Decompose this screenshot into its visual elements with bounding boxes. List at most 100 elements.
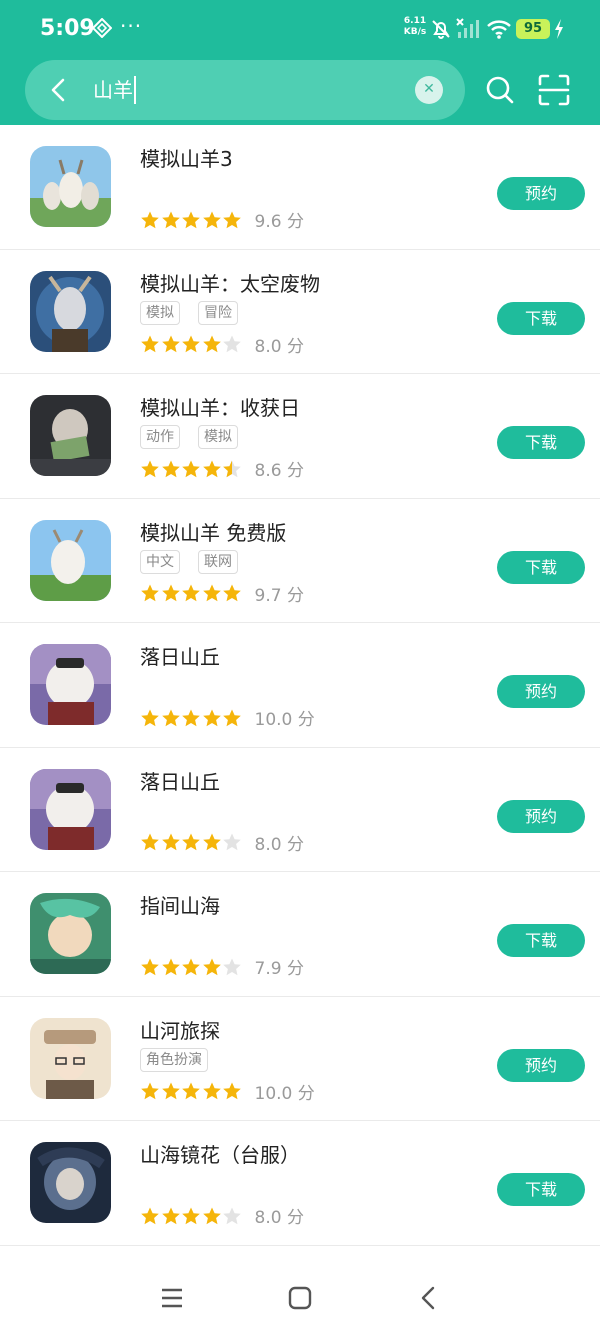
star-filled-icon xyxy=(202,460,221,477)
star-filled-icon xyxy=(141,833,159,851)
detective-icon[interactable] xyxy=(30,1017,111,1099)
star-filled-icon xyxy=(182,584,200,602)
reserve-button[interactable]: 预约 xyxy=(497,1048,585,1082)
app-name[interactable]: 模拟山羊3 xyxy=(140,143,233,172)
star-filled-icon xyxy=(161,709,180,726)
tag: 模拟 xyxy=(198,425,238,449)
star-filled-icon xyxy=(161,1082,180,1100)
star-filled-icon xyxy=(202,1082,221,1100)
download-button[interactable]: 下载 xyxy=(497,1173,585,1206)
goat-sim-3-icon[interactable] xyxy=(30,146,111,227)
search-bar[interactable]: 山羊 ✕ xyxy=(25,60,465,120)
star-filled-icon xyxy=(202,709,221,726)
scan-icon[interactable] xyxy=(536,72,572,108)
star-filled-icon xyxy=(161,335,180,353)
result-item[interactable]: 模拟山羊：收获日 动作 模拟 8.6 分 下载 xyxy=(0,374,600,499)
rating: 7.9 分 xyxy=(140,954,304,979)
result-item[interactable]: 山河旅探 角色扮演 10.0 分 预约 xyxy=(0,997,600,1121)
star-filled-icon xyxy=(161,1207,180,1224)
sunset-hills-icon[interactable] xyxy=(30,768,111,850)
result-item[interactable]: 落日山丘 8.0 分 预约 xyxy=(0,748,600,872)
star-filled-icon xyxy=(202,211,221,228)
star-filled-icon xyxy=(182,709,200,726)
app-name[interactable]: 模拟山羊 免费版 xyxy=(140,517,286,546)
mute-bell-icon xyxy=(432,20,450,39)
status-bar: 5:09 ··· 6.11 KB/s 95 xyxy=(0,0,600,60)
star-filled-icon xyxy=(141,460,159,477)
rating: 8.0 分 xyxy=(140,332,304,357)
battery-level: 95 xyxy=(516,19,550,39)
app-name[interactable]: 落日山丘 xyxy=(140,641,220,670)
result-item[interactable]: 落日山丘 10.0 分 预约 xyxy=(0,623,600,748)
rating: 9.7 分 xyxy=(140,581,304,606)
app-name[interactable]: 山海镜花（台服） xyxy=(140,1139,300,1168)
result-item[interactable]: 模拟山羊：太空废物模拟 冒险 8.0 分 下载 xyxy=(0,250,600,374)
star-filled-icon xyxy=(182,833,200,851)
score: 8.0 分 xyxy=(254,834,304,855)
goat-payday-icon[interactable] xyxy=(30,395,111,476)
star-filled-icon xyxy=(223,211,241,228)
mirror-flower-icon[interactable] xyxy=(30,1142,111,1223)
score: 8.0 分 xyxy=(254,1208,304,1228)
star-filled-icon xyxy=(182,1082,200,1100)
star-filled-icon xyxy=(202,584,221,602)
star-filled-icon xyxy=(161,833,180,851)
tag-list: 中文 联网 xyxy=(140,549,238,574)
score: 8.6 分 xyxy=(254,461,304,481)
tag-list: 模拟 冒险 xyxy=(140,300,238,325)
download-button[interactable]: 下载 xyxy=(497,924,585,957)
rating: 8.0 分 xyxy=(140,830,304,855)
star-filled-icon xyxy=(202,958,221,975)
app-name[interactable]: 模拟山羊：太空废物 xyxy=(140,268,320,297)
star-filled-icon xyxy=(141,1207,159,1224)
app-notification-icon xyxy=(92,18,112,38)
home-icon[interactable] xyxy=(288,1286,312,1310)
score: 7.9 分 xyxy=(254,959,304,979)
app-name[interactable]: 指间山海 xyxy=(140,890,220,919)
download-button[interactable]: 下载 xyxy=(497,550,585,584)
star-filled-icon xyxy=(161,958,180,975)
reserve-button[interactable]: 预约 xyxy=(497,675,585,708)
back-icon[interactable] xyxy=(45,76,73,104)
reserve-button[interactable]: 预约 xyxy=(497,177,585,210)
app-name[interactable]: 山河旅探 xyxy=(140,1015,220,1044)
star-filled-icon xyxy=(223,709,241,726)
search-input[interactable]: 山羊 xyxy=(93,76,136,104)
star-filled-icon xyxy=(141,709,159,726)
more-notifications-icon: ··· xyxy=(120,14,143,38)
nav-back-icon[interactable] xyxy=(418,1286,438,1310)
star-filled-icon xyxy=(141,958,159,975)
star-empty-icon xyxy=(223,958,241,975)
result-item[interactable]: 指间山海 7.9 分 下载 xyxy=(0,872,600,997)
tag-list: 角色扮演 xyxy=(140,1047,208,1072)
download-button[interactable]: 下载 xyxy=(497,426,585,459)
score: 8.0 分 xyxy=(254,336,304,357)
half-star-icon xyxy=(223,460,241,477)
goat-space-icon[interactable] xyxy=(30,270,111,352)
score: 10.0 分 xyxy=(254,710,315,730)
result-item[interactable]: 模拟山羊 免费版中文 联网 9.7 分 下载 xyxy=(0,499,600,623)
star-filled-icon xyxy=(202,833,221,851)
download-button[interactable]: 下载 xyxy=(497,301,585,335)
header: 5:09 ··· 6.11 KB/s 95 山羊 ✕ xyxy=(0,0,600,125)
rating: 8.0 分 xyxy=(140,1203,304,1228)
tag: 联网 xyxy=(198,549,238,574)
star-filled-icon xyxy=(141,584,159,602)
star-filled-icon xyxy=(182,335,200,353)
score: 9.7 分 xyxy=(254,585,304,606)
app-name[interactable]: 模拟山羊：收获日 xyxy=(140,392,300,421)
star-filled-icon xyxy=(161,460,180,477)
result-item[interactable]: 山海镜花（台服） 8.0 分 下载 xyxy=(0,1121,600,1246)
star-filled-icon xyxy=(202,335,221,353)
fingertip-mountains-icon[interactable] xyxy=(30,893,111,974)
sunset-hills-icon[interactable] xyxy=(30,644,111,725)
reserve-button[interactable]: 预约 xyxy=(497,799,585,833)
search-icon[interactable] xyxy=(484,74,516,106)
clear-icon[interactable]: ✕ xyxy=(415,76,443,104)
result-item[interactable]: 模拟山羊3 9.6 分 预约 xyxy=(0,125,600,250)
app-name[interactable]: 落日山丘 xyxy=(140,766,220,795)
network-speed: 6.11 KB/s xyxy=(403,16,427,37)
goat-free-icon[interactable] xyxy=(30,519,111,601)
recent-apps-icon[interactable] xyxy=(160,1286,184,1310)
star-filled-icon xyxy=(223,584,241,602)
